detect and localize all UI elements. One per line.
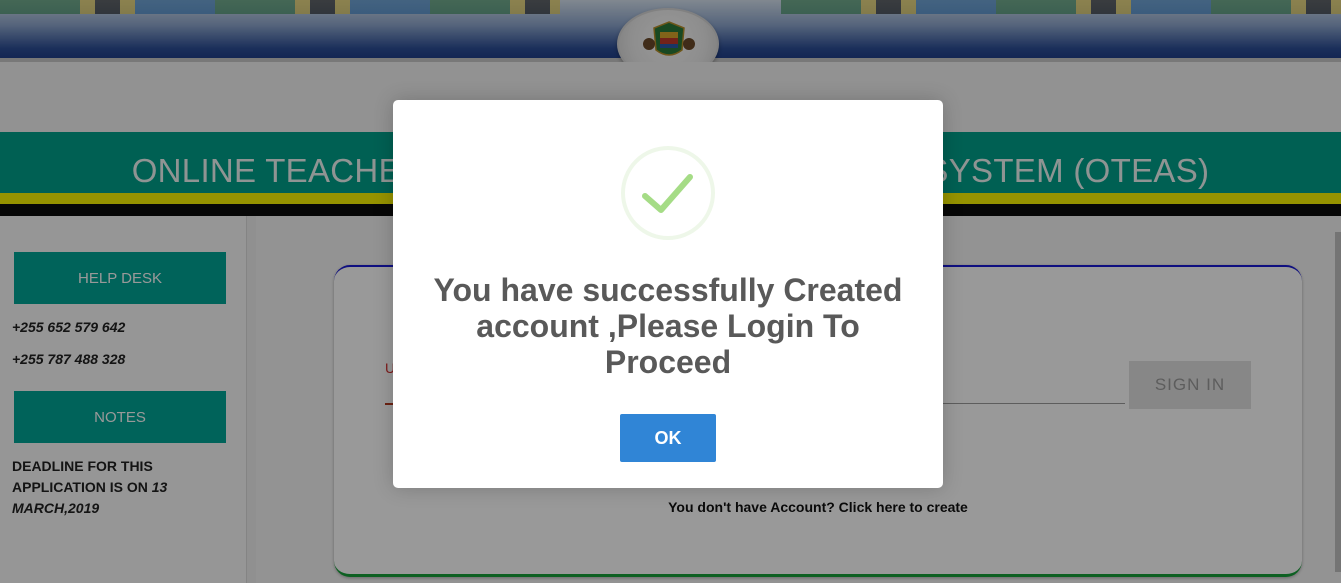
success-check-icon (619, 144, 717, 242)
dialog-message: You have successfully Created account ,P… (433, 272, 903, 380)
ok-button[interactable]: OK (620, 414, 716, 462)
success-dialog: You have successfully Created account ,P… (393, 100, 943, 488)
